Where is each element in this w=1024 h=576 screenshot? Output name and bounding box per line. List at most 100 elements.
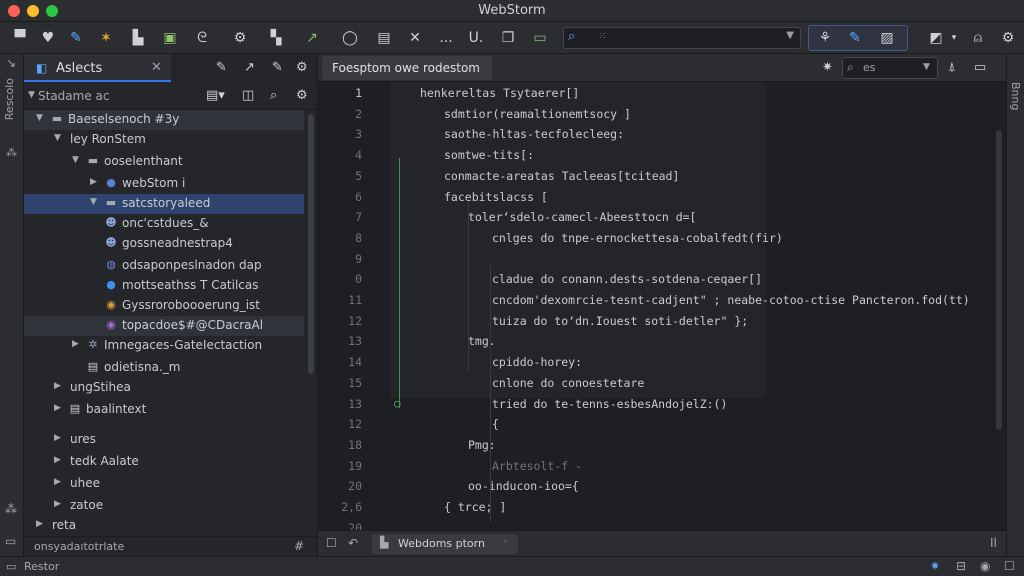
project-scrollbar[interactable] <box>308 114 314 374</box>
file-icon[interactable]: ▀ <box>10 28 30 48</box>
sync-icon[interactable]: ✷ <box>930 559 940 573</box>
document-icon[interactable]: ▙ <box>128 28 148 48</box>
debug-icon[interactable]: ⚘ <box>815 28 835 48</box>
gear-icon[interactable]: ⚙ <box>296 88 308 103</box>
terminal-icon[interactable]: ▭ <box>530 28 550 48</box>
tree-item[interactable]: ▶ zatoe <box>24 496 304 516</box>
chevron-down-icon[interactable]: ▾ <box>944 28 964 48</box>
more-icon[interactable]: ... <box>436 28 456 48</box>
bottom-tab[interactable]: ▙ Webdoms ptorn · <box>372 534 518 554</box>
tree-item-label: gossneadnestrap4 <box>122 236 233 250</box>
build-icon[interactable]: ✎ <box>272 60 283 75</box>
tree-item[interactable]: ☻ gossneadnestrap4 <box>24 234 304 254</box>
tree-item[interactable]: ▼ ▬ Baeselsenoch #3y <box>24 110 304 130</box>
tree-item[interactable]: ▶ uhee <box>24 474 304 494</box>
git-icon[interactable]: ◉ <box>980 559 990 573</box>
inspect-icon[interactable]: ⍋ <box>948 60 956 75</box>
image-icon[interactable]: ▣ <box>160 28 180 48</box>
close-icon[interactable]: ✕ <box>151 60 162 75</box>
print-icon[interactable]: ▤ <box>374 28 394 48</box>
tree-item[interactable]: ▼ ley RonStem <box>24 130 304 150</box>
chevron-down-icon[interactable]: ▼ <box>36 113 43 123</box>
tree-item[interactable]: ● mottseathss T Catilcas <box>24 276 304 296</box>
tree-item[interactable]: ▶ ures <box>24 430 304 450</box>
chevron-down-icon[interactable]: ▼ <box>90 197 97 207</box>
editor-tab[interactable]: Foesptom owe rodestom <box>322 56 492 80</box>
tree-item[interactable]: ▶ ungStihea <box>24 378 304 398</box>
tree-item[interactable]: ☻ onc'cstdues_& <box>24 214 304 234</box>
project-tab[interactable]: ◧ Aslects ✕ <box>24 54 171 82</box>
tree-item[interactable]: ▤ odietisna._m <box>24 358 304 378</box>
chevron-right-icon[interactable]: ▶ <box>54 433 61 443</box>
chevron-right-icon[interactable]: ▶ <box>54 477 61 487</box>
line-number: 9 <box>355 251 362 266</box>
split-icon[interactable]: ▚ <box>266 28 286 48</box>
notifications-icon[interactable]: ⍝ <box>968 28 988 48</box>
expand-icon[interactable]: ↗ <box>244 60 255 75</box>
checkbox-icon[interactable]: ☐ <box>326 536 337 550</box>
lock-icon[interactable]: ⊟ <box>956 559 966 573</box>
chevron-right-icon[interactable]: ▶ <box>54 403 61 413</box>
coverage-icon[interactable]: ▨ <box>877 28 897 48</box>
tree-item[interactable]: ◍ odsaponpeslnadon dap <box>24 256 304 276</box>
tree-item[interactable]: ▶ tedk Aalate <box>24 452 304 472</box>
code-area[interactable]: henkereltas Tsytaerer[] sdmtior(reamaltio… <box>390 82 1006 576</box>
run-icon[interactable]: ↗ <box>302 28 322 48</box>
star-icon[interactable]: ✶ <box>96 28 116 48</box>
commit-icon[interactable]: ◩ <box>926 28 946 48</box>
cross-icon[interactable]: ✕ <box>405 28 425 48</box>
bug-icon[interactable]: ✷ <box>822 60 833 75</box>
bubble-icon[interactable]: ◯ <box>340 28 360 48</box>
editor-search-field[interactable]: ⌕ es ▼ <box>842 57 938 79</box>
gear-icon[interactable]: ⚙ <box>296 60 308 75</box>
collapse-all-icon[interactable]: ▤▾ <box>206 88 225 103</box>
tree-item[interactable]: ▼ ▬ ooselenthant <box>24 152 304 172</box>
chevron-right-icon[interactable]: ▶ <box>54 381 61 391</box>
tree-item[interactable]: ▶ ✲ Imnegaces-GateIectaction <box>24 336 304 356</box>
search-everywhere-field[interactable]: ⌕ ⁙ ▼ <box>563 27 801 49</box>
settings-icon[interactable]: ⚙ <box>998 28 1018 48</box>
chevron-right-icon[interactable]: ▶ <box>90 177 97 187</box>
structure-icon[interactable]: ⁂ <box>6 146 17 159</box>
person-icon: ☻ <box>105 216 117 229</box>
chevron-right-icon[interactable]: ▶ <box>36 519 43 529</box>
more-icon[interactable]: · <box>504 537 507 548</box>
hash-icon[interactable]: # <box>294 539 304 553</box>
tree-item[interactable]: ◉ Gyssroroboooerung_ist <box>24 296 304 316</box>
spiral-icon[interactable]: ᘓ <box>192 28 212 48</box>
tree-item[interactable]: ▶ ▤ baalintext <box>24 400 304 420</box>
pause-label[interactable]: Il <box>990 536 997 550</box>
chevron-right-icon[interactable]: ▶ <box>54 499 61 509</box>
line-number: 5 <box>355 168 362 183</box>
left-strip-label[interactable]: Rescolo <box>3 78 16 120</box>
chevron-right-icon[interactable]: ▶ <box>54 455 61 465</box>
tree-item[interactable]: ▶ reta <box>24 516 304 536</box>
copy-icon[interactable]: ❐ <box>498 28 518 48</box>
select-opened-icon[interactable]: ◫ <box>242 88 254 103</box>
terminal-tool-icon[interactable]: ▭ <box>5 534 16 548</box>
search-icon[interactable]: ⌕ <box>270 88 277 103</box>
undo-icon[interactable]: U. <box>466 28 486 48</box>
tree-item[interactable]: ▶ ● webStom i <box>24 174 304 194</box>
right-strip-label[interactable]: Bnng <box>1009 82 1022 110</box>
pen-icon[interactable]: ✎ <box>66 28 86 48</box>
chevron-down-icon[interactable]: ▼ <box>786 30 794 41</box>
undo-icon[interactable]: ↶ <box>348 536 358 550</box>
chevron-right-icon[interactable]: ▶ <box>72 339 79 349</box>
services-icon[interactable]: ⁂ <box>5 502 17 516</box>
chevron-down-icon[interactable]: ▼ <box>72 155 79 165</box>
notifications-icon[interactable]: ☐ <box>1004 559 1015 573</box>
pen-icon[interactable]: ✎ <box>216 60 227 75</box>
gear-icon[interactable]: ⚙ <box>230 28 250 48</box>
project-tool-icon[interactable]: ↘ <box>6 56 16 70</box>
chevron-down-icon[interactable]: ▼ <box>54 133 61 143</box>
tree-item[interactable]: ◉ topacdoe$#@CDacraAl <box>24 316 304 336</box>
line-number: 0 <box>355 272 362 287</box>
bird-icon[interactable]: ♥ <box>38 28 58 48</box>
build-icon[interactable]: ✎ <box>845 28 865 48</box>
editor-scrollbar[interactable] <box>996 130 1002 430</box>
project-view-selector[interactable]: ▼ Stadame ac ▤▾ ◫ ⌕ ⚙ <box>24 82 318 110</box>
tree-item[interactable]: ▼ ▬ satcstoryaleed <box>24 194 304 214</box>
preview-icon[interactable]: ▭ <box>974 60 986 75</box>
square-icon[interactable]: ▭ <box>6 560 16 573</box>
